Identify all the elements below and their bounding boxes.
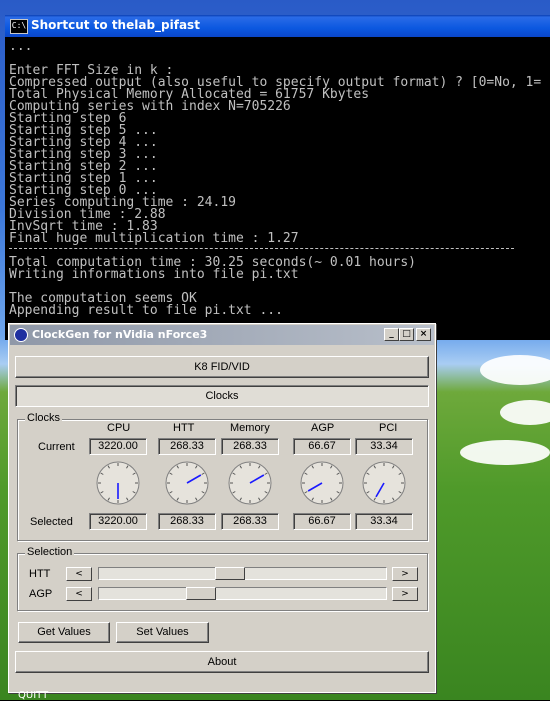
cpu-gauge [96, 461, 140, 505]
current-agp-value: 66.67 [293, 438, 351, 455]
tab-k8-fid-vid[interactable]: K8 FID/VID [15, 356, 429, 378]
console-line: ... [9, 39, 33, 54]
console-line: Series computing time : 24.19 [9, 195, 236, 210]
selection-group [17, 553, 428, 611]
console-line: The computation seems OK [9, 291, 197, 306]
agp-increase-button[interactable]: > [392, 587, 418, 601]
column-header-htt: HTT [173, 422, 195, 434]
selected-htt-value: 268.33 [158, 513, 216, 530]
agp-slider-track[interactable] [98, 587, 387, 600]
console-line: Division time : 2.88 [9, 207, 166, 222]
console-line: Total computation time : 30.25 seconds(~… [9, 255, 416, 270]
set-values-button[interactable]: Set Values [116, 622, 209, 643]
console-line: InvSqrt time : 1.83 [9, 219, 158, 234]
current-htt-value: 268.33 [158, 438, 216, 455]
console-line: Appending result to file pi.txt ... [9, 303, 283, 318]
memory-gauge [228, 461, 272, 505]
selected-memory-value: 268.33 [221, 513, 279, 530]
clockgen-title: ClockGen for nVidia nForce3 [32, 328, 208, 341]
get-values-button[interactable]: Get Values [18, 622, 110, 643]
column-header-pci: PCI [379, 422, 398, 434]
htt-increase-button[interactable]: > [392, 567, 418, 581]
current-pci-value: 33.34 [355, 438, 413, 455]
clockgen-app-icon [14, 328, 28, 342]
minimize-button[interactable]: _ [384, 328, 399, 341]
column-header-cpu: CPU [107, 422, 131, 434]
console-line: Starting step 2 ... [9, 159, 158, 174]
selected-cpu-value: 3220.00 [89, 513, 147, 530]
agp-slider-thumb[interactable] [186, 587, 216, 600]
htt-decrease-button[interactable]: < [66, 567, 92, 581]
console-line: Enter FFT Size in k : [9, 63, 174, 78]
console-line: Compressed output (also useful to specif… [9, 75, 542, 90]
column-header-memory: Memory [230, 422, 270, 434]
clocks-group-label: Clocks [25, 412, 63, 424]
console-separator [9, 243, 549, 255]
close-button[interactable]: × [416, 328, 431, 341]
agp-gauge [300, 461, 344, 505]
selected-agp-value: 66.67 [293, 513, 351, 530]
agp-decrease-button[interactable]: < [66, 587, 92, 601]
current-memory-value: 268.33 [221, 438, 279, 455]
selected-pci-value: 33.34 [355, 513, 413, 530]
agp-slider-label: AGP [29, 588, 53, 600]
htt-slider-label: HTT [29, 568, 51, 580]
console-line: Starting step 5 ... [9, 123, 158, 138]
console-line: Starting step 0 ... [9, 183, 158, 198]
clockgen-title-bar[interactable]: ClockGen for nVidia nForce3 _ □ × [10, 325, 434, 345]
clockgen-window[interactable]: ClockGen for nVidia nForce3 _ □ × K8 FID… [8, 323, 436, 693]
console-line: Computing series with index N=705226 [9, 99, 291, 114]
console-output: ... Enter FFT Size in k : Compressed out… [9, 39, 549, 339]
row-label-current: Current [38, 441, 75, 453]
maximize-button[interactable]: □ [399, 328, 414, 341]
about-button[interactable]: About [15, 651, 429, 673]
pci-gauge [362, 461, 406, 505]
console-icon: C:\ [10, 19, 28, 34]
console-line: Starting step 4 ... [9, 135, 158, 150]
console-window[interactable]: C:\ Shortcut to thelab_pifast ... Enter … [5, 15, 550, 340]
console-line: Final huge multiplication time : 1.27 [9, 231, 299, 246]
console-line: Starting step 1 ... [9, 171, 158, 186]
htt-slider-track[interactable] [98, 567, 387, 580]
row-label-selected: Selected [30, 516, 73, 528]
current-cpu-value: 3220.00 [89, 438, 147, 455]
htt-gauge [165, 461, 209, 505]
tab-clocks[interactable]: Clocks [15, 385, 429, 407]
console-line: Starting step 3 ... [9, 147, 158, 162]
console-title-bar[interactable]: C:\ Shortcut to thelab_pifast [5, 15, 550, 37]
console-title: Shortcut to thelab_pifast [31, 18, 200, 32]
htt-slider-thumb[interactable] [215, 567, 245, 580]
column-header-agp: AGP [311, 422, 335, 434]
taskbar-partial-text: QUITT [18, 690, 49, 701]
selection-group-label: Selection [25, 546, 75, 558]
console-line: Writing informations into file pi.txt [9, 267, 299, 282]
